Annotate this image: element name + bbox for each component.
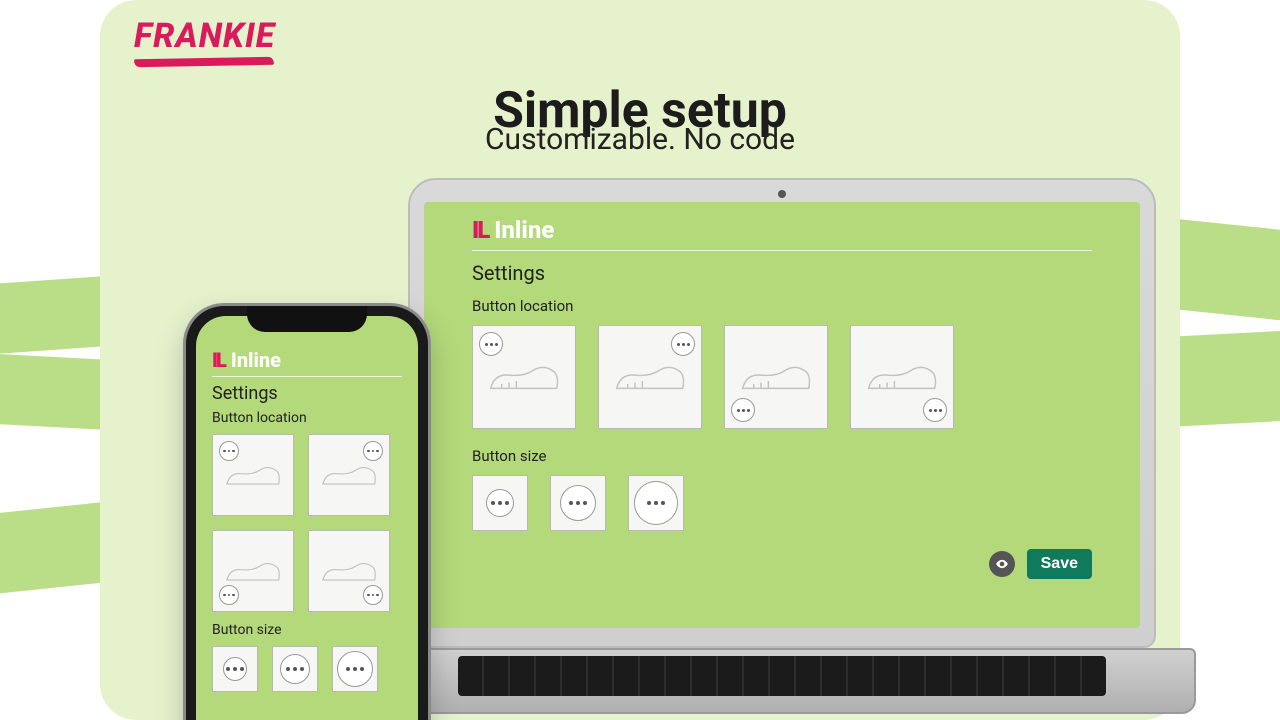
dots-icon — [671, 332, 695, 356]
sneaker-icon — [739, 359, 812, 396]
button-size-label: Button size — [472, 447, 1092, 465]
sneaker-icon — [613, 359, 686, 396]
location-option-bottom-left[interactable] — [724, 325, 828, 429]
location-option-bottom-left[interactable] — [212, 530, 294, 612]
dots-icon — [219, 585, 239, 605]
sneaker-icon — [865, 359, 938, 396]
dots-icon — [337, 651, 373, 687]
laptop-screen: IL Inline Settings Button location — [424, 202, 1140, 628]
app-title-text: Inline — [494, 216, 554, 244]
location-option-top-right[interactable] — [598, 325, 702, 429]
size-option-small[interactable] — [472, 475, 528, 531]
brand-underline-icon — [133, 57, 274, 67]
brand-text: FRANKIE — [134, 16, 275, 56]
phone-notch-icon — [247, 306, 367, 332]
phone-screen: IL Inline Settings Button location — [196, 316, 418, 720]
laptop-keyboard — [458, 656, 1106, 696]
save-button[interactable]: Save — [1027, 549, 1092, 579]
app-mark-icon: IL — [472, 216, 488, 244]
size-option-small[interactable] — [212, 646, 258, 692]
button-size-options — [212, 646, 402, 692]
camera-icon — [778, 190, 786, 198]
button-location-options — [472, 325, 1092, 429]
dots-icon — [363, 585, 383, 605]
sneaker-icon — [320, 461, 378, 490]
location-option-bottom-right[interactable] — [850, 325, 954, 429]
size-option-medium[interactable] — [272, 646, 318, 692]
sneaker-icon — [224, 461, 282, 490]
dots-icon — [731, 398, 755, 422]
app-mark-icon: IL — [212, 348, 225, 372]
app-title: IL Inline — [212, 348, 402, 372]
app-title: IL Inline — [472, 216, 1092, 244]
dots-icon — [634, 481, 678, 525]
size-option-large[interactable] — [628, 475, 684, 531]
sneaker-icon — [487, 359, 560, 396]
button-location-options — [212, 434, 402, 612]
button-location-label: Button location — [472, 297, 1092, 315]
dots-icon — [479, 332, 503, 356]
action-row: Save — [472, 549, 1092, 579]
location-option-bottom-right[interactable] — [308, 530, 390, 612]
divider — [472, 250, 1092, 251]
preview-button[interactable] — [989, 551, 1015, 577]
dots-icon — [223, 657, 247, 681]
brand-logo: FRANKIE — [134, 16, 275, 66]
settings-heading: Settings — [472, 261, 1092, 285]
laptop-frame: IL Inline Settings Button location — [408, 178, 1156, 648]
size-option-medium[interactable] — [550, 475, 606, 531]
app-title-text: Inline — [231, 348, 281, 372]
page-subhead: Customizable. No code — [485, 122, 795, 157]
dots-icon — [219, 441, 239, 461]
sneaker-icon — [224, 557, 282, 586]
dots-icon — [486, 489, 514, 517]
laptop-mock: IL Inline Settings Button location — [408, 178, 1156, 720]
eye-icon — [995, 556, 1009, 572]
location-option-top-right[interactable] — [308, 434, 390, 516]
dots-icon — [280, 654, 310, 684]
dots-icon — [363, 441, 383, 461]
divider — [212, 376, 402, 377]
button-size-label: Button size — [212, 622, 402, 638]
location-option-top-left[interactable] — [472, 325, 576, 429]
button-location-label: Button location — [212, 410, 402, 426]
size-option-large[interactable] — [332, 646, 378, 692]
dots-icon — [923, 398, 947, 422]
sneaker-icon — [320, 557, 378, 586]
phone-mock: IL Inline Settings Button location — [186, 306, 428, 720]
location-option-top-left[interactable] — [212, 434, 294, 516]
settings-heading: Settings — [212, 383, 402, 404]
dots-icon — [560, 485, 596, 521]
button-size-options — [472, 475, 1092, 531]
